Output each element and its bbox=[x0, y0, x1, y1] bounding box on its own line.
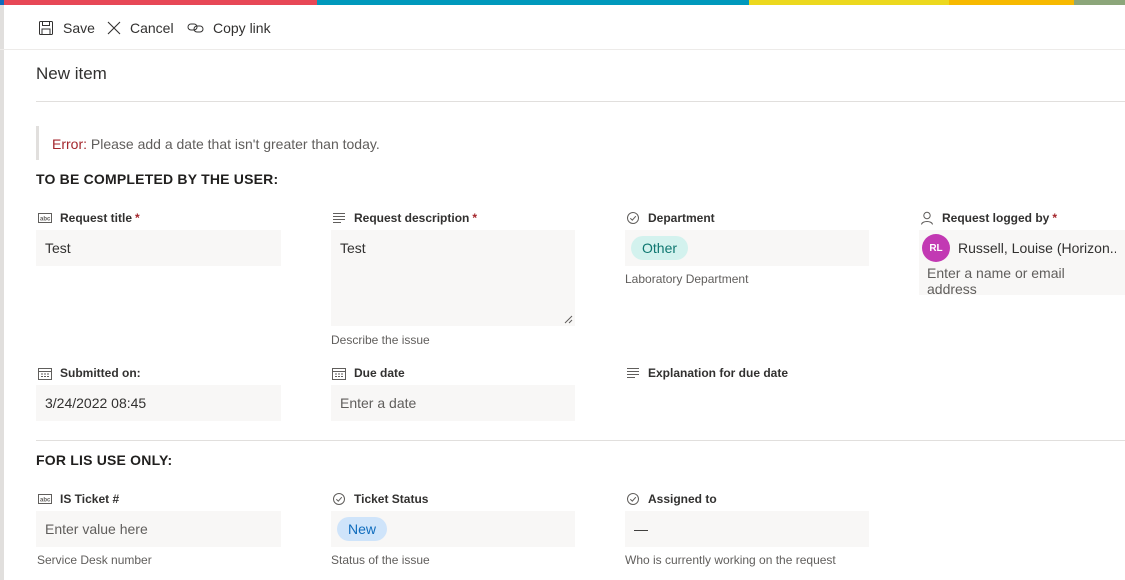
svg-text:abc: abc bbox=[40, 217, 51, 223]
text-field-icon: abc bbox=[38, 213, 52, 223]
choice-icon bbox=[627, 493, 639, 505]
assigned-to-field[interactable]: — bbox=[625, 511, 869, 547]
cancel-button[interactable]: Cancel bbox=[107, 18, 174, 38]
save-button[interactable]: Save bbox=[38, 18, 95, 38]
cancel-label: Cancel bbox=[130, 20, 174, 36]
ticket-status-field[interactable]: New bbox=[331, 511, 575, 547]
is-ticket-hint: Service Desk number bbox=[37, 553, 152, 567]
is-ticket-field[interactable]: Enter value here bbox=[36, 511, 281, 547]
error-message-bar: Error: Please add a date that isn't grea… bbox=[36, 126, 639, 160]
text-field-icon: abc bbox=[38, 494, 52, 504]
divider bbox=[36, 440, 1125, 441]
error-text: Please add a date that isn't greater tha… bbox=[87, 136, 380, 152]
copy-link-label: Copy link bbox=[213, 20, 271, 36]
department-field[interactable]: Other bbox=[625, 230, 869, 266]
save-label: Save bbox=[63, 20, 95, 36]
submitted-on-field[interactable]: 3/24/2022 08:45 bbox=[36, 385, 281, 421]
section-heading-lis: FOR LIS USE ONLY: bbox=[36, 452, 173, 468]
left-panel-edge bbox=[0, 5, 4, 580]
error-label: Error: bbox=[52, 136, 87, 152]
assigned-to-hint: Who is currently working on the request bbox=[625, 553, 836, 567]
due-date-field[interactable]: Enter a date bbox=[331, 385, 575, 421]
assigned-to-label: Assigned to bbox=[626, 491, 717, 507]
is-ticket-label: abc IS Ticket # bbox=[38, 492, 120, 506]
avatar: RL bbox=[922, 234, 950, 262]
close-icon bbox=[107, 21, 121, 35]
divider bbox=[36, 101, 1125, 102]
people-picker-input[interactable]: Enter a name or email address bbox=[919, 265, 1125, 297]
ticket-status-label: Ticket Status bbox=[332, 491, 428, 507]
submitted-on-label: Submitted on: bbox=[38, 365, 141, 381]
multiline-text-icon bbox=[333, 213, 345, 223]
resize-grip-icon[interactable] bbox=[564, 315, 573, 324]
svg-text:abc: abc bbox=[40, 498, 51, 504]
department-choice-pill: Other bbox=[631, 236, 689, 260]
request-logged-by-label: Request logged by * bbox=[920, 210, 1057, 226]
choice-icon bbox=[333, 493, 345, 505]
calendar-icon bbox=[38, 367, 52, 380]
person-name: Russell, Louise (Horizon... bbox=[958, 240, 1116, 256]
ticket-status-hint: Status of the issue bbox=[331, 553, 430, 567]
copy-link-button[interactable]: Copy link bbox=[187, 18, 271, 38]
person-chip[interactable]: RL Russell, Louise (Horizon... bbox=[919, 230, 1125, 266]
request-description-hint: Describe the issue bbox=[331, 333, 430, 347]
request-title-field[interactable]: Test bbox=[36, 230, 281, 266]
choice-icon bbox=[627, 212, 639, 224]
department-hint: Laboratory Department bbox=[625, 272, 749, 286]
request-description-field[interactable]: Test bbox=[331, 230, 575, 326]
person-icon bbox=[921, 211, 933, 225]
due-date-label: Due date bbox=[332, 365, 405, 381]
calendar-icon bbox=[332, 367, 346, 380]
form-title: New item bbox=[36, 64, 107, 83]
ticket-status-pill: New bbox=[337, 517, 388, 541]
multiline-text-icon bbox=[627, 368, 639, 378]
command-bar: Save Cancel Copy link bbox=[0, 5, 1125, 50]
save-icon bbox=[39, 21, 53, 35]
request-description-value: Test bbox=[340, 240, 366, 256]
request-description-label: Request description * bbox=[332, 210, 477, 226]
department-label: Department bbox=[626, 210, 715, 226]
link-icon bbox=[187, 23, 204, 33]
explanation-due-date-label: Explanation for due date bbox=[626, 365, 788, 381]
section-heading-user: TO BE COMPLETED BY THE USER: bbox=[36, 171, 279, 187]
request-title-label: abc Request title * bbox=[38, 211, 140, 225]
